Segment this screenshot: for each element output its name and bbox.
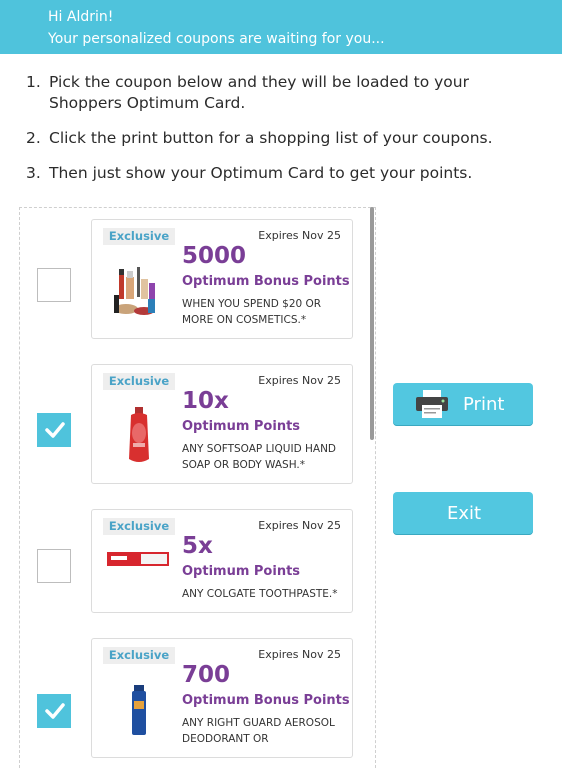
coupon-description: ANY SOFTSOAP LIQUID HAND SOAP OR BODY WA… bbox=[182, 443, 337, 471]
coupon-description: WHEN YOU SPEND $20 OR MORE ON COSMETICS.… bbox=[182, 298, 322, 326]
step-text: Click the print button for a shopping li… bbox=[49, 129, 493, 147]
coupon-card[interactable]: Exclusive Expires Nov 25 5x Optimum Poin… bbox=[91, 509, 353, 613]
softsoap-bottle-image bbox=[126, 407, 152, 469]
expiry-date: Expires Nov 25 bbox=[258, 229, 341, 242]
expiry-date: Expires Nov 25 bbox=[258, 648, 341, 661]
step-number: 3. bbox=[26, 164, 41, 182]
instruction-step: 2. Click the print button for a shopping… bbox=[26, 128, 546, 149]
coupon-checkbox[interactable] bbox=[37, 549, 71, 583]
expiry-date: Expires Nov 25 bbox=[258, 374, 341, 387]
checkmark-icon bbox=[45, 422, 65, 438]
step-text: Pick the coupon below and they will be l… bbox=[49, 73, 469, 112]
exclusive-badge: Exclusive bbox=[103, 373, 175, 390]
exit-label: Exit bbox=[447, 503, 482, 524]
exclusive-badge: Exclusive bbox=[103, 228, 175, 245]
coupon-row: Exclusive Expires Nov 25 10x Optimum Poi… bbox=[0, 364, 372, 484]
step-number: 1. bbox=[26, 73, 41, 91]
coupon-checkbox[interactable] bbox=[37, 694, 71, 728]
instruction-step: 3. Then just show your Optimum Card to g… bbox=[26, 163, 546, 184]
step-number: 2. bbox=[26, 129, 41, 147]
right-guard-can-image bbox=[130, 685, 148, 739]
checkmark-icon bbox=[45, 703, 65, 719]
coupon-card[interactable]: Exclusive Expires Nov 25 10x Optimum Poi… bbox=[91, 364, 353, 484]
print-button[interactable]: Print bbox=[393, 383, 533, 426]
exclusive-badge: Exclusive bbox=[103, 647, 175, 664]
greeting-text: Hi Aldrin! bbox=[48, 9, 114, 25]
printer-icon bbox=[415, 389, 449, 424]
step-text: Then just show your Optimum Card to get … bbox=[49, 164, 473, 182]
coupon-points-type: Optimum Bonus Points bbox=[182, 693, 350, 708]
instructions-list: 1. Pick the coupon below and they will b… bbox=[26, 72, 546, 198]
print-label: Print bbox=[463, 394, 505, 415]
coupon-checkbox[interactable] bbox=[37, 268, 71, 302]
subtitle-text: Your personalized coupons are waiting fo… bbox=[48, 31, 385, 47]
expiry-date: Expires Nov 25 bbox=[258, 519, 341, 532]
cosmetics-image bbox=[110, 265, 158, 325]
exit-button[interactable]: Exit bbox=[393, 492, 533, 535]
coupon-checkbox[interactable] bbox=[37, 413, 71, 447]
colgate-toothpaste-image bbox=[107, 548, 171, 574]
coupon-row: Exclusive Expires Nov 25 700 Optimum Bon… bbox=[0, 638, 372, 758]
coupon-description: ANY RIGHT GUARD AEROSOL DEODORANT OR bbox=[182, 717, 335, 745]
header-banner: Hi Aldrin! Your personalized coupons are… bbox=[0, 0, 562, 54]
coupon-value: 10x bbox=[182, 388, 229, 414]
coupon-points-type: Optimum Points bbox=[182, 419, 301, 434]
coupon-card[interactable]: Exclusive Expires Nov 25 700 Optimum Bon… bbox=[91, 638, 353, 758]
coupon-row: Exclusive Expires Nov 25 5x Optimum Poin… bbox=[0, 509, 372, 629]
coupon-value: 5000 bbox=[182, 243, 247, 269]
coupon-points-type: Optimum Bonus Points bbox=[182, 274, 350, 289]
coupon-description: ANY COLGATE TOOTHPASTE.* bbox=[182, 588, 338, 600]
coupon-row: Exclusive Expires Nov 25 5000 Optimum Bo… bbox=[0, 219, 372, 339]
exclusive-badge: Exclusive bbox=[103, 518, 175, 535]
instruction-step: 1. Pick the coupon below and they will b… bbox=[26, 72, 546, 114]
coupon-value: 5x bbox=[182, 533, 213, 559]
coupon-value: 700 bbox=[182, 662, 231, 688]
coupon-points-type: Optimum Points bbox=[182, 564, 301, 579]
coupon-card[interactable]: Exclusive Expires Nov 25 5000 Optimum Bo… bbox=[91, 219, 353, 339]
